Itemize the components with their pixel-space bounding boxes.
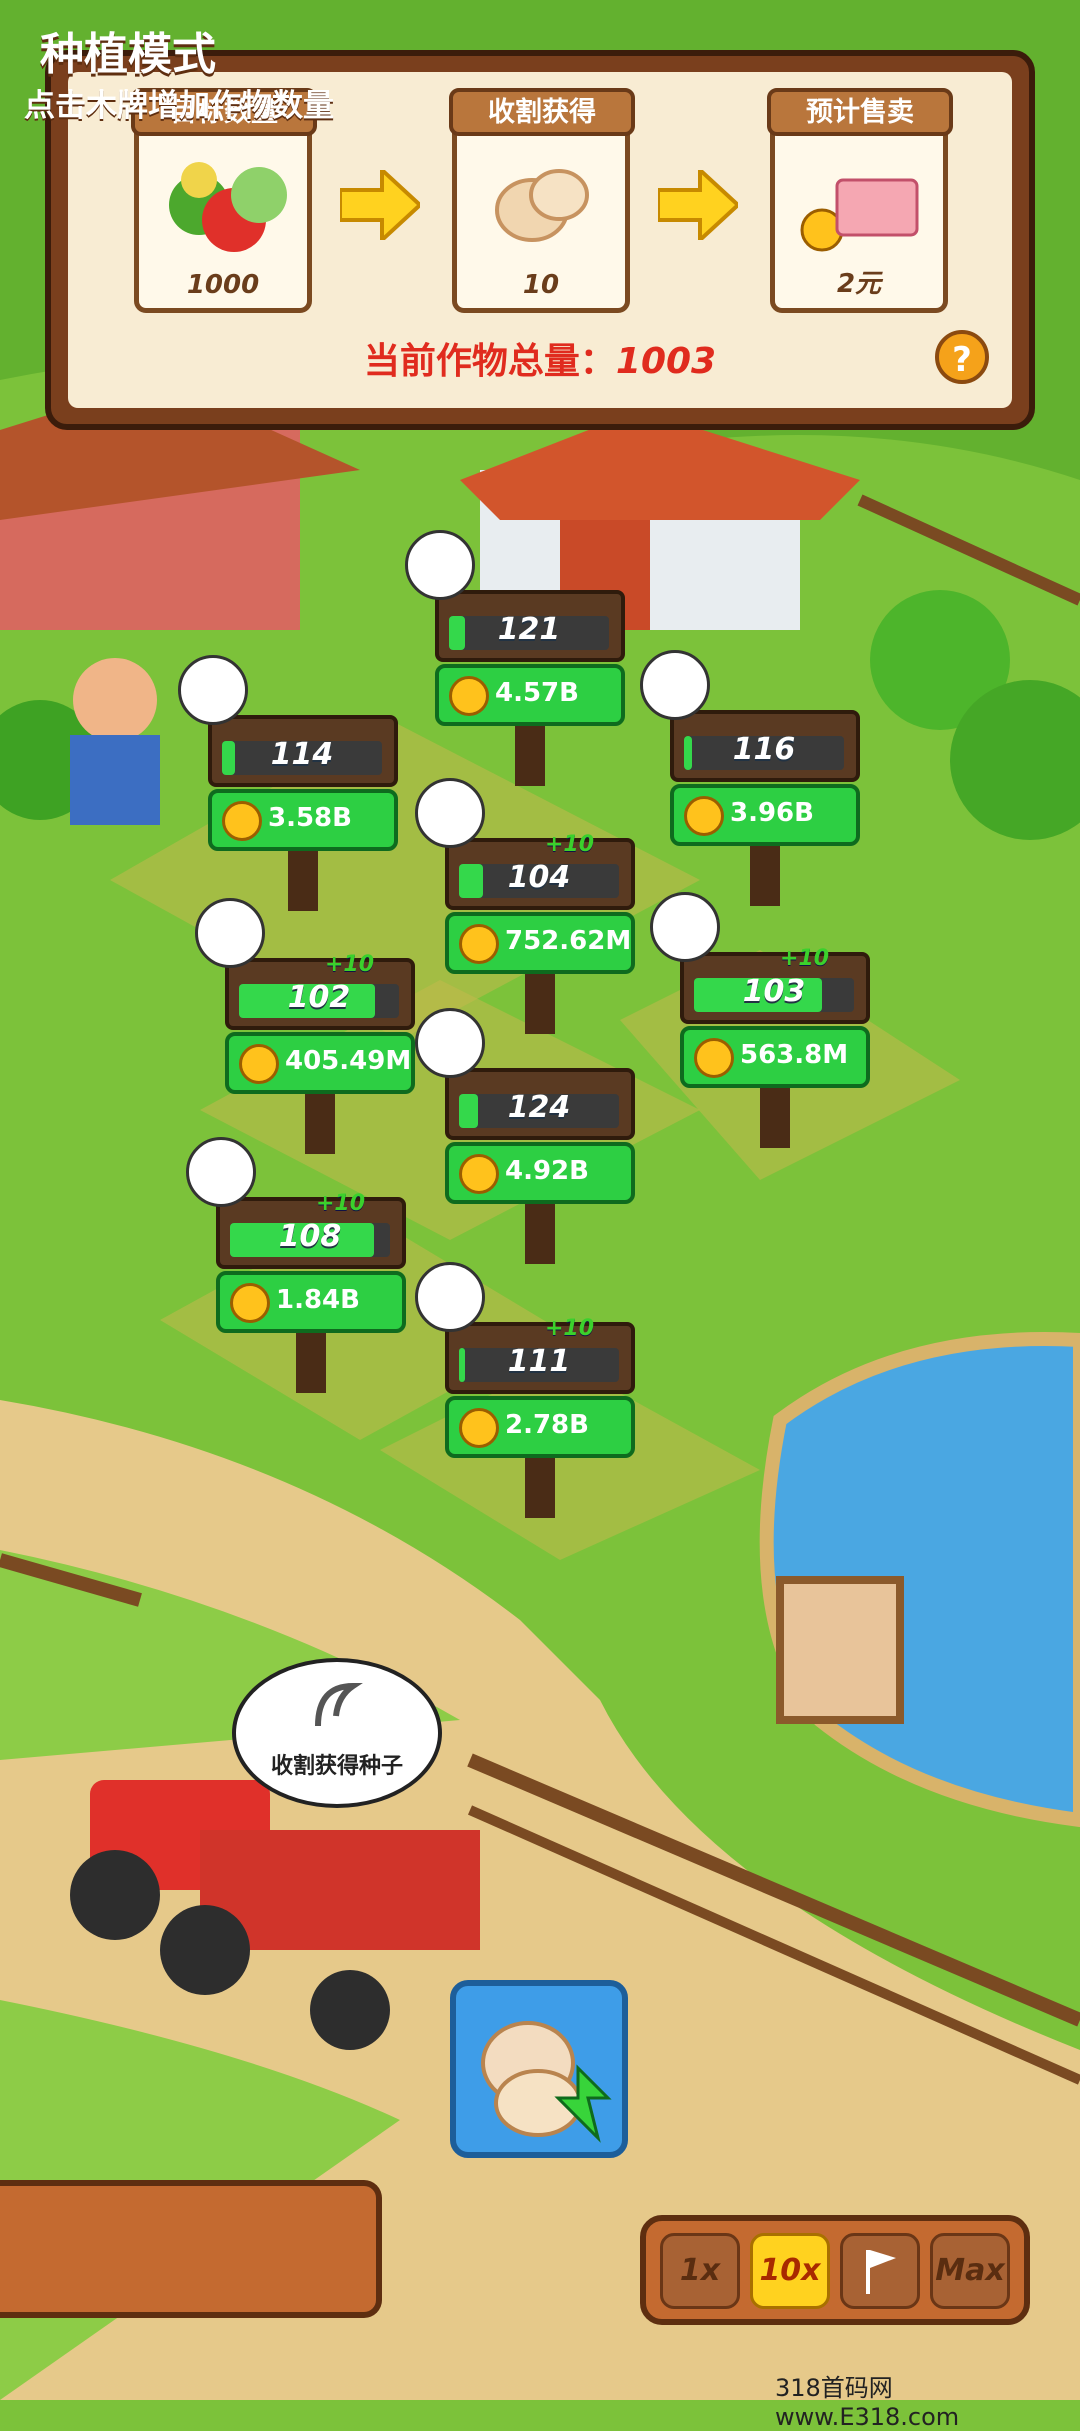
total-crops: 当前作物总量：1003 bbox=[68, 332, 1012, 384]
rabbit-icon bbox=[178, 655, 248, 725]
multiplier-selector: 1x 10x Max bbox=[640, 2215, 1030, 2325]
speed-10x-button[interactable]: 10x bbox=[750, 2233, 830, 2309]
coin-icon bbox=[459, 924, 499, 964]
strawberry-icon bbox=[640, 650, 710, 720]
increment-label: +10 bbox=[780, 946, 830, 971]
total-value: 1003 bbox=[615, 341, 717, 382]
income-value: 4.92B bbox=[505, 1156, 589, 1186]
income-value: 3.58B bbox=[268, 803, 352, 833]
income-value: 752.62M bbox=[505, 926, 632, 956]
crop-sign-banana[interactable]: 102 +10 405.49M bbox=[195, 898, 415, 1158]
income-value: 3.96B bbox=[730, 798, 814, 828]
swan-icon bbox=[650, 892, 720, 962]
income-value: 2.78B bbox=[505, 1410, 589, 1440]
income-value: 405.49M bbox=[285, 1046, 412, 1076]
coin-icon bbox=[684, 796, 724, 836]
income-badge: 3.58B bbox=[208, 789, 398, 851]
crop-count: 103 bbox=[742, 974, 806, 1009]
sell-title: 预计售卖 bbox=[767, 88, 953, 136]
crop-sign-rabbit[interactable]: 114 3.58B bbox=[178, 655, 398, 915]
sell-card: 预计售卖 2元 bbox=[767, 88, 953, 313]
bubble-text: 收割获得种子 bbox=[270, 1754, 403, 1779]
total-label: 当前作物总量： bbox=[363, 341, 616, 382]
banana-icon bbox=[195, 898, 265, 968]
crop-count: 121 bbox=[497, 612, 561, 647]
income-badge: 2.78B bbox=[445, 1396, 635, 1458]
income-value: 1.84B bbox=[276, 1285, 360, 1315]
onion-icon bbox=[415, 778, 485, 848]
income-badge: 3.96B bbox=[670, 784, 860, 846]
income-value: 563.8M bbox=[740, 1040, 849, 1070]
watermelon-icon bbox=[415, 1262, 485, 1332]
increment-label: +10 bbox=[325, 952, 375, 977]
coin-icon bbox=[230, 1283, 270, 1323]
crop-count: 114 bbox=[270, 737, 334, 772]
sign-post bbox=[515, 726, 545, 786]
giraffe-icon bbox=[405, 530, 475, 600]
sign-post bbox=[525, 1458, 555, 1518]
crop-sign-pig[interactable]: 108 +10 1.84B bbox=[186, 1137, 406, 1397]
target-value: 1000 bbox=[186, 270, 260, 300]
coin-icon bbox=[459, 1154, 499, 1194]
harvest-card: 收割获得 10 bbox=[449, 88, 635, 313]
increment-label: +10 bbox=[545, 1316, 595, 1341]
speed-max-button[interactable]: Max bbox=[930, 2233, 1010, 2309]
pig-icon bbox=[186, 1137, 256, 1207]
sign-post bbox=[296, 1333, 326, 1393]
seeds-icon bbox=[495, 169, 589, 242]
sign-post bbox=[760, 1088, 790, 1148]
sign-post bbox=[525, 1204, 555, 1264]
sign-post bbox=[750, 846, 780, 906]
crop-count: 124 bbox=[507, 1090, 571, 1125]
income-badge: 563.8M bbox=[680, 1026, 870, 1088]
crop-sign-onion[interactable]: 104 +10 752.62M bbox=[415, 778, 635, 1038]
income-value: 4.57B bbox=[495, 678, 579, 708]
income-badge: 752.62M bbox=[445, 912, 635, 974]
crop-count: 116 bbox=[732, 732, 796, 767]
harvest-value: 10 bbox=[522, 270, 560, 300]
coin-icon bbox=[459, 1408, 499, 1448]
income-badge: 4.57B bbox=[435, 664, 625, 726]
sickle-icon bbox=[315, 1682, 363, 1727]
mode-subtitle: 点击木牌增加作物数量 bbox=[24, 88, 334, 124]
arrow-right-icon bbox=[340, 170, 420, 240]
increment-label: +10 bbox=[316, 1191, 366, 1216]
speech-bubble bbox=[232, 1658, 442, 1808]
crop-sign-strawberry[interactable]: 116 3.96B bbox=[640, 650, 860, 910]
crop-sign-sunflower[interactable]: 124 4.92B bbox=[415, 1008, 635, 1268]
help-button[interactable]: ? bbox=[935, 330, 989, 384]
vegetables-icon bbox=[169, 162, 287, 252]
flag-icon bbox=[866, 2250, 896, 2294]
mode-title: 种植模式 bbox=[40, 29, 216, 80]
crop-count: 108 bbox=[278, 1219, 342, 1254]
crop-sign-swan[interactable]: 103 +10 563.8M bbox=[650, 892, 870, 1152]
coin-icon bbox=[449, 676, 489, 716]
planting-mode-panel bbox=[0, 2180, 382, 2318]
speed-1x-button[interactable]: 1x bbox=[660, 2233, 740, 2309]
coin-icon bbox=[239, 1044, 279, 1084]
sign-post bbox=[288, 851, 318, 911]
harvest-title: 收割获得 bbox=[449, 88, 635, 136]
coin-icon bbox=[222, 801, 262, 841]
sign-post bbox=[305, 1094, 335, 1154]
income-badge: 4.92B bbox=[445, 1142, 635, 1204]
sunflower-icon bbox=[415, 1008, 485, 1078]
target-card: 目标数量 1000 bbox=[131, 88, 317, 313]
seed-boost-button[interactable] bbox=[450, 1980, 628, 2158]
crop-count: 111 bbox=[507, 1344, 571, 1379]
crop-sign-giraffe[interactable]: 121 4.57B bbox=[405, 530, 625, 790]
crop-count: 102 bbox=[287, 980, 351, 1015]
increment-label: +10 bbox=[545, 832, 595, 857]
sign-post bbox=[525, 974, 555, 1034]
flag-button[interactable] bbox=[840, 2233, 920, 2309]
seeds-boost-icon bbox=[481, 2021, 612, 2143]
income-badge: 405.49M bbox=[225, 1032, 415, 1094]
crop-count: 104 bbox=[507, 860, 571, 895]
sell-value: 2元 bbox=[836, 269, 882, 299]
money-icon bbox=[800, 178, 919, 252]
crop-sign-watermelon[interactable]: 111 +10 2.78B bbox=[415, 1262, 635, 1522]
arrow-right-icon bbox=[658, 170, 738, 240]
income-badge: 1.84B bbox=[216, 1271, 406, 1333]
coin-icon bbox=[694, 1038, 734, 1078]
